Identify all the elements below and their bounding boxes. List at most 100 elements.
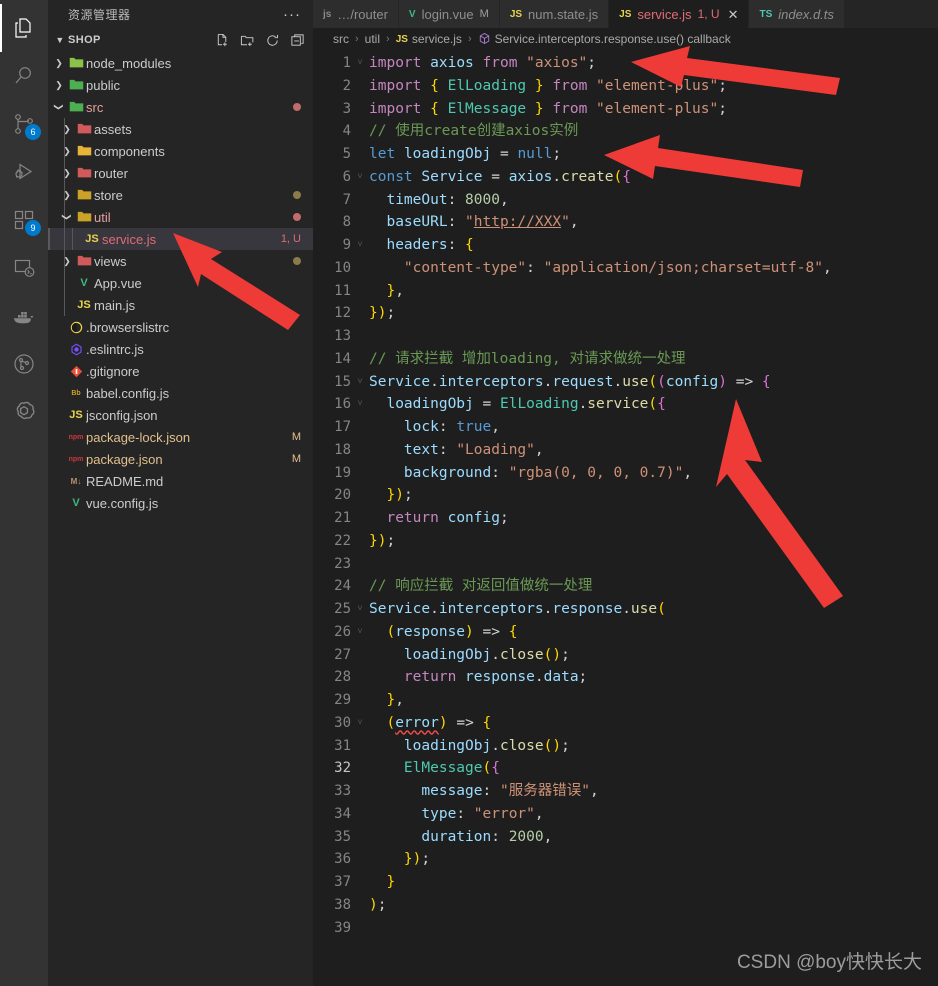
code-line[interactable]: 6 ˅ const Service = axios.create({ (313, 166, 938, 189)
tree-folder-assets[interactable]: ❯ assets (48, 118, 313, 140)
tree-file-main-js[interactable]: JS main.js (48, 294, 313, 316)
code-line[interactable]: 39 (313, 917, 938, 940)
code-line[interactable]: 10 "content-type": "application/json;cha… (313, 257, 938, 280)
code-line[interactable]: 27 loadingObj.close(); (313, 644, 938, 667)
code-line[interactable]: 24 // 响应拦截 对返回值做统一处理 (313, 575, 938, 598)
code-line[interactable]: 31 loadingObj.close(); (313, 735, 938, 758)
code-line[interactable]: 11 }, (313, 280, 938, 303)
activity-item-remote-explorer[interactable] (0, 244, 48, 292)
tree-file-vue-config-js[interactable]: Vvue.config.js (48, 492, 313, 514)
code-line[interactable]: 21 return config; (313, 507, 938, 530)
code-line[interactable]: 29 }, (313, 689, 938, 712)
activity-item-run-and-debug[interactable] (0, 148, 48, 196)
activity-item-extensions[interactable]: 9 (0, 196, 48, 244)
editor-tab--router[interactable]: js …/router (313, 0, 399, 28)
code-line[interactable]: 12 }); (313, 302, 938, 325)
fold-chevron-down-icon[interactable]: ˅ (351, 52, 369, 75)
tree-file-package-lock-json[interactable]: npm package-lock.json M (48, 426, 313, 448)
code-line[interactable]: 36 }); (313, 848, 938, 871)
activity-item-docker[interactable] (0, 292, 48, 340)
tree-file--browserslistrc[interactable]: .browserslistrc (48, 316, 313, 338)
tree-folder-views[interactable]: ❯ views (48, 250, 313, 272)
fold-chevron-down-icon[interactable]: ˅ (351, 234, 369, 257)
code-line[interactable]: 2 import { ElLoading } from "element-plu… (313, 75, 938, 98)
code-line-text: Service.interceptors.request.use((config… (369, 373, 771, 390)
file-tree[interactable]: ❯ node_modules ❯ public ❯ src ❯ assets ❯ componen… (48, 52, 313, 986)
tree-file-jsconfig-json[interactable]: JS jsconfig.json (48, 404, 313, 426)
tree-folder-router[interactable]: ❯ router (48, 162, 313, 184)
new-file-icon[interactable] (215, 33, 230, 48)
code-line[interactable]: 33 message: "服务器错误", (313, 780, 938, 803)
code-line[interactable]: 17 lock: true, (313, 416, 938, 439)
code-line[interactable]: 1 ˅ import axios from "axios"; (313, 52, 938, 75)
editor-tab-index-d-ts[interactable]: TS index.d.ts (749, 0, 845, 28)
refresh-icon[interactable] (265, 33, 280, 48)
code-line[interactable]: 32 ElMessage({ (313, 757, 938, 780)
breadcrumb[interactable]: src › util › JS service.js › Service.int… (313, 28, 938, 50)
code-line[interactable]: 20 }); (313, 484, 938, 507)
code-line[interactable]: 13 (313, 325, 938, 348)
tree-folder-node-modules[interactable]: ❯ node_modules (48, 52, 313, 74)
code-line-text: baseURL: "http://XXX", (386, 214, 579, 231)
code-line[interactable]: 34 type: "error", (313, 803, 938, 826)
breadcrumb-item-util[interactable]: util (365, 32, 380, 46)
breadcrumb-item-symbol[interactable]: Service.interceptors.response.use() call… (495, 32, 731, 46)
breadcrumb-item-src[interactable]: src (333, 32, 349, 46)
new-folder-icon[interactable] (240, 33, 255, 48)
tree-folder-public[interactable]: ❯ public (48, 74, 313, 96)
code-line[interactable]: 9 ˅ headers: { (313, 234, 938, 257)
breadcrumb-item-file[interactable]: service.js (412, 32, 462, 46)
code-line[interactable]: 14 // 请求拦截 增加loading, 对请求做统一处理 (313, 348, 938, 371)
code-line[interactable]: 25 ˅ Service.interceptors.response.use( (313, 598, 938, 621)
tree-file-app-vue[interactable]: V App.vue (48, 272, 313, 294)
code-line[interactable]: 28 return response.data; (313, 666, 938, 689)
code-line[interactable]: 4 // 使用create创建axios实例 (313, 120, 938, 143)
code-line[interactable]: 15 ˅ Service.interceptors.request.use((con… (313, 371, 938, 394)
code-editor[interactable]: 1 ˅ import axios from "axios"; 2 import { E… (313, 50, 938, 986)
editor-tab-service-js[interactable]: JS service.js 1, U ✕ (609, 0, 750, 28)
editor-tab-login-vue[interactable]: Vlogin.vue M (398, 0, 500, 28)
code-line[interactable]: 3 import { ElMessage } from "element-plu… (313, 98, 938, 121)
code-line[interactable]: 5 let loadingObj = null; (313, 143, 938, 166)
explorer-more-actions-button[interactable]: ··· (283, 6, 305, 23)
activity-item-chatgpt[interactable] (0, 388, 48, 436)
tree-file-service-js[interactable]: JS service.js 1, U (48, 228, 313, 250)
code-line[interactable]: 23 (313, 553, 938, 576)
code-line[interactable]: 19 background: "rgba(0, 0, 0, 0.7)", (313, 462, 938, 485)
workspace-section-header[interactable]: ▼ SHOP (48, 28, 313, 52)
activity-item-explorer[interactable] (0, 4, 48, 52)
code-line[interactable]: 8 baseURL: "http://XXX", (313, 211, 938, 234)
code-line[interactable]: 38 ); (313, 894, 938, 917)
editor-tab-num-state-js[interactable]: JS num.state.js (499, 0, 610, 28)
fold-chevron-down-icon[interactable]: ˅ (351, 393, 369, 416)
fold-chevron-down-icon[interactable]: ˅ (351, 598, 369, 621)
code-line[interactable]: 26 ˅ (response) => { (313, 621, 938, 644)
fold-chevron-down-icon[interactable]: ˅ (351, 166, 369, 189)
code-line[interactable]: 7 timeOut: 8000, (313, 189, 938, 212)
tree-folder-store[interactable]: ❯ store (48, 184, 313, 206)
tree-file--gitignore[interactable]: .gitignore (48, 360, 313, 382)
close-icon[interactable]: ✕ (728, 8, 739, 21)
tree-file-package-json[interactable]: npm package.json M (48, 448, 313, 470)
collapse-all-icon[interactable] (290, 33, 305, 48)
tree-file--eslintrc-js[interactable]: .eslintrc.js (48, 338, 313, 360)
code-line[interactable]: 16 ˅ loadingObj = ElLoading.service({ (313, 393, 938, 416)
code-line[interactable]: 18 text: "Loading", (313, 439, 938, 462)
code-line[interactable]: 30 ˅ (error) => { (313, 712, 938, 735)
fold-chevron-down-icon[interactable]: ˅ (351, 712, 369, 735)
fold-chevron-down-icon[interactable]: ˅ (351, 621, 369, 644)
activity-item-gitlens[interactable] (0, 340, 48, 388)
editor-tab-bar[interactable]: js …/router Vlogin.vue M JS num.state.js JS ser… (313, 0, 938, 28)
tree-folder-components[interactable]: ❯ components (48, 140, 313, 162)
fold-chevron-down-icon[interactable]: ˅ (351, 371, 369, 394)
activity-item-search[interactable] (0, 52, 48, 100)
tree-item-label: service.js (102, 231, 157, 247)
tree-file-readme-md[interactable]: M↓ README.md (48, 470, 313, 492)
tree-file-babel-config-js[interactable]: Bb babel.config.js (48, 382, 313, 404)
code-line[interactable]: 37 } (313, 871, 938, 894)
tree-folder-src[interactable]: ❯ src (48, 96, 313, 118)
activity-item-source-control[interactable]: 6 (0, 100, 48, 148)
code-line[interactable]: 35 duration: 2000, (313, 826, 938, 849)
tree-folder-util[interactable]: ❯ util (48, 206, 313, 228)
code-line[interactable]: 22 }); (313, 530, 938, 553)
